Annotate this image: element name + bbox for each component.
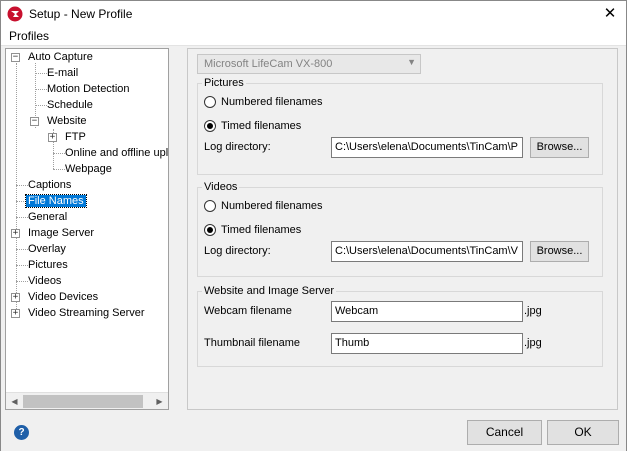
app-icon bbox=[7, 6, 23, 22]
pictures-log-input[interactable]: C:\Users\elena\Documents\TinCam\P bbox=[331, 137, 523, 158]
tree-item-general[interactable]: General bbox=[26, 209, 69, 225]
collapse-icon[interactable]: − bbox=[11, 53, 20, 62]
tree-item-video-devices[interactable]: Video Devices bbox=[26, 289, 100, 305]
help-icon[interactable]: ? bbox=[14, 425, 29, 440]
webcam-filename-label: Webcam filename bbox=[204, 305, 292, 317]
thumbnail-extension: .jpg bbox=[524, 337, 542, 349]
chevron-down-icon: ▼ bbox=[407, 57, 416, 67]
videos-group-title: Videos bbox=[202, 181, 240, 193]
tree-item-label: Motion Detection bbox=[47, 83, 130, 95]
tree-item-online-offline-upload[interactable]: Online and offline uplc bbox=[63, 145, 169, 161]
menu-bar: Profiles bbox=[1, 27, 626, 45]
radio-label: Numbered filenames bbox=[221, 200, 323, 212]
tree-item-label: Image Server bbox=[28, 227, 95, 239]
tree-item-email[interactable]: E-mail bbox=[45, 65, 80, 81]
dialog-footer: ? Cancel OK bbox=[1, 412, 626, 451]
tree-item-file-names[interactable]: File Names bbox=[25, 193, 87, 209]
tree-item-label: Overlay bbox=[28, 243, 66, 255]
video-device-value: Microsoft LifeCam VX-800 bbox=[204, 58, 333, 70]
cancel-button[interactable]: Cancel bbox=[467, 420, 542, 445]
tree-item-overlay[interactable]: Overlay bbox=[26, 241, 68, 257]
setup-window: Setup - New Profile ✕ Profiles − − + + +… bbox=[0, 0, 627, 451]
videos-browse-button[interactable]: Browse... bbox=[530, 241, 589, 262]
tree-item-label: E-mail bbox=[47, 67, 79, 79]
window-title: Setup - New Profile bbox=[29, 7, 133, 21]
pictures-browse-button[interactable]: Browse... bbox=[530, 137, 589, 158]
tree-item-webpage[interactable]: Webpage bbox=[63, 161, 114, 177]
videos-numbered-radio[interactable]: Numbered filenames bbox=[204, 198, 364, 214]
expand-icon[interactable]: + bbox=[11, 229, 20, 238]
tree-item-label: Video Streaming Server bbox=[28, 307, 145, 319]
tree-item-label: FTP bbox=[65, 131, 86, 143]
tree-item-label: Video Devices bbox=[28, 291, 99, 303]
tree-horizontal-scrollbar[interactable]: ◀ ▶ bbox=[6, 392, 168, 409]
tree-item-label: Webpage bbox=[65, 163, 112, 175]
expand-icon[interactable]: + bbox=[48, 133, 57, 142]
tree-item-label: Online and offline uplc bbox=[65, 147, 169, 159]
pictures-numbered-radio[interactable]: Numbered filenames bbox=[204, 94, 364, 110]
webcam-filename-input[interactable]: Webcam bbox=[331, 301, 523, 322]
tree-line bbox=[16, 63, 17, 313]
scrollbar-thumb[interactable] bbox=[23, 395, 143, 408]
radio-label: Numbered filenames bbox=[221, 96, 323, 108]
radio-checked-icon bbox=[204, 120, 216, 132]
tree-item-image-server[interactable]: Image Server bbox=[26, 225, 96, 241]
expand-icon[interactable]: + bbox=[11, 309, 20, 318]
tree-item-pictures[interactable]: Pictures bbox=[26, 257, 70, 273]
tree-item-label: Schedule bbox=[47, 99, 93, 111]
radio-checked-icon bbox=[204, 224, 216, 236]
pictures-group-title: Pictures bbox=[202, 77, 246, 89]
video-device-select: Microsoft LifeCam VX-800 ▼ bbox=[197, 54, 421, 74]
thumbnail-filename-label: Thumbnail filename bbox=[204, 337, 300, 349]
pictures-log-label: Log directory: bbox=[204, 141, 271, 153]
videos-log-label: Log directory: bbox=[204, 245, 271, 257]
tree-item-label: Website bbox=[47, 115, 87, 127]
tree-item-auto-capture[interactable]: Auto Capture bbox=[26, 49, 95, 65]
pictures-timed-radio[interactable]: Timed filenames bbox=[204, 118, 364, 134]
collapse-icon[interactable]: − bbox=[30, 117, 39, 126]
menu-separator bbox=[1, 45, 626, 46]
tree-item-label: File Names bbox=[25, 194, 87, 208]
radio-label: Timed filenames bbox=[221, 224, 302, 236]
expand-icon[interactable]: + bbox=[11, 293, 20, 302]
tree-item-video-streaming-server[interactable]: Video Streaming Server bbox=[26, 305, 147, 321]
thumbnail-filename-input[interactable]: Thumb bbox=[331, 333, 523, 354]
scroll-left-icon[interactable]: ◀ bbox=[6, 393, 23, 409]
tree-item-label: Auto Capture bbox=[28, 51, 93, 63]
tree-item-label: Captions bbox=[28, 179, 72, 191]
title-bar: Setup - New Profile ✕ bbox=[1, 1, 626, 27]
tree-item-label: General bbox=[28, 211, 68, 223]
tree-item-label: Pictures bbox=[28, 259, 68, 271]
tree-item-website[interactable]: Website bbox=[45, 113, 89, 129]
videos-timed-radio[interactable]: Timed filenames bbox=[204, 222, 364, 238]
tree-item-schedule[interactable]: Schedule bbox=[45, 97, 95, 113]
tree-item-captions[interactable]: Captions bbox=[26, 177, 73, 193]
webcam-extension: .jpg bbox=[524, 305, 542, 317]
radio-icon bbox=[204, 96, 216, 108]
radio-icon bbox=[204, 200, 216, 212]
settings-tree[interactable]: − − + + + + Auto Capture E-mail Motion D… bbox=[5, 48, 169, 410]
radio-label: Timed filenames bbox=[221, 120, 302, 132]
website-group-title: Website and Image Server bbox=[202, 285, 337, 297]
menu-profiles[interactable]: Profiles bbox=[9, 29, 49, 43]
ok-button[interactable]: OK bbox=[547, 420, 619, 445]
tree-item-motion-detection[interactable]: Motion Detection bbox=[45, 81, 132, 97]
tree-item-label: Videos bbox=[28, 275, 62, 287]
close-button[interactable]: ✕ bbox=[594, 1, 626, 27]
tree-item-ftp[interactable]: FTP bbox=[63, 129, 88, 145]
scroll-right-icon[interactable]: ▶ bbox=[151, 393, 168, 409]
videos-log-input[interactable]: C:\Users\elena\Documents\TinCam\V bbox=[331, 241, 523, 262]
tree-item-videos[interactable]: Videos bbox=[26, 273, 63, 289]
